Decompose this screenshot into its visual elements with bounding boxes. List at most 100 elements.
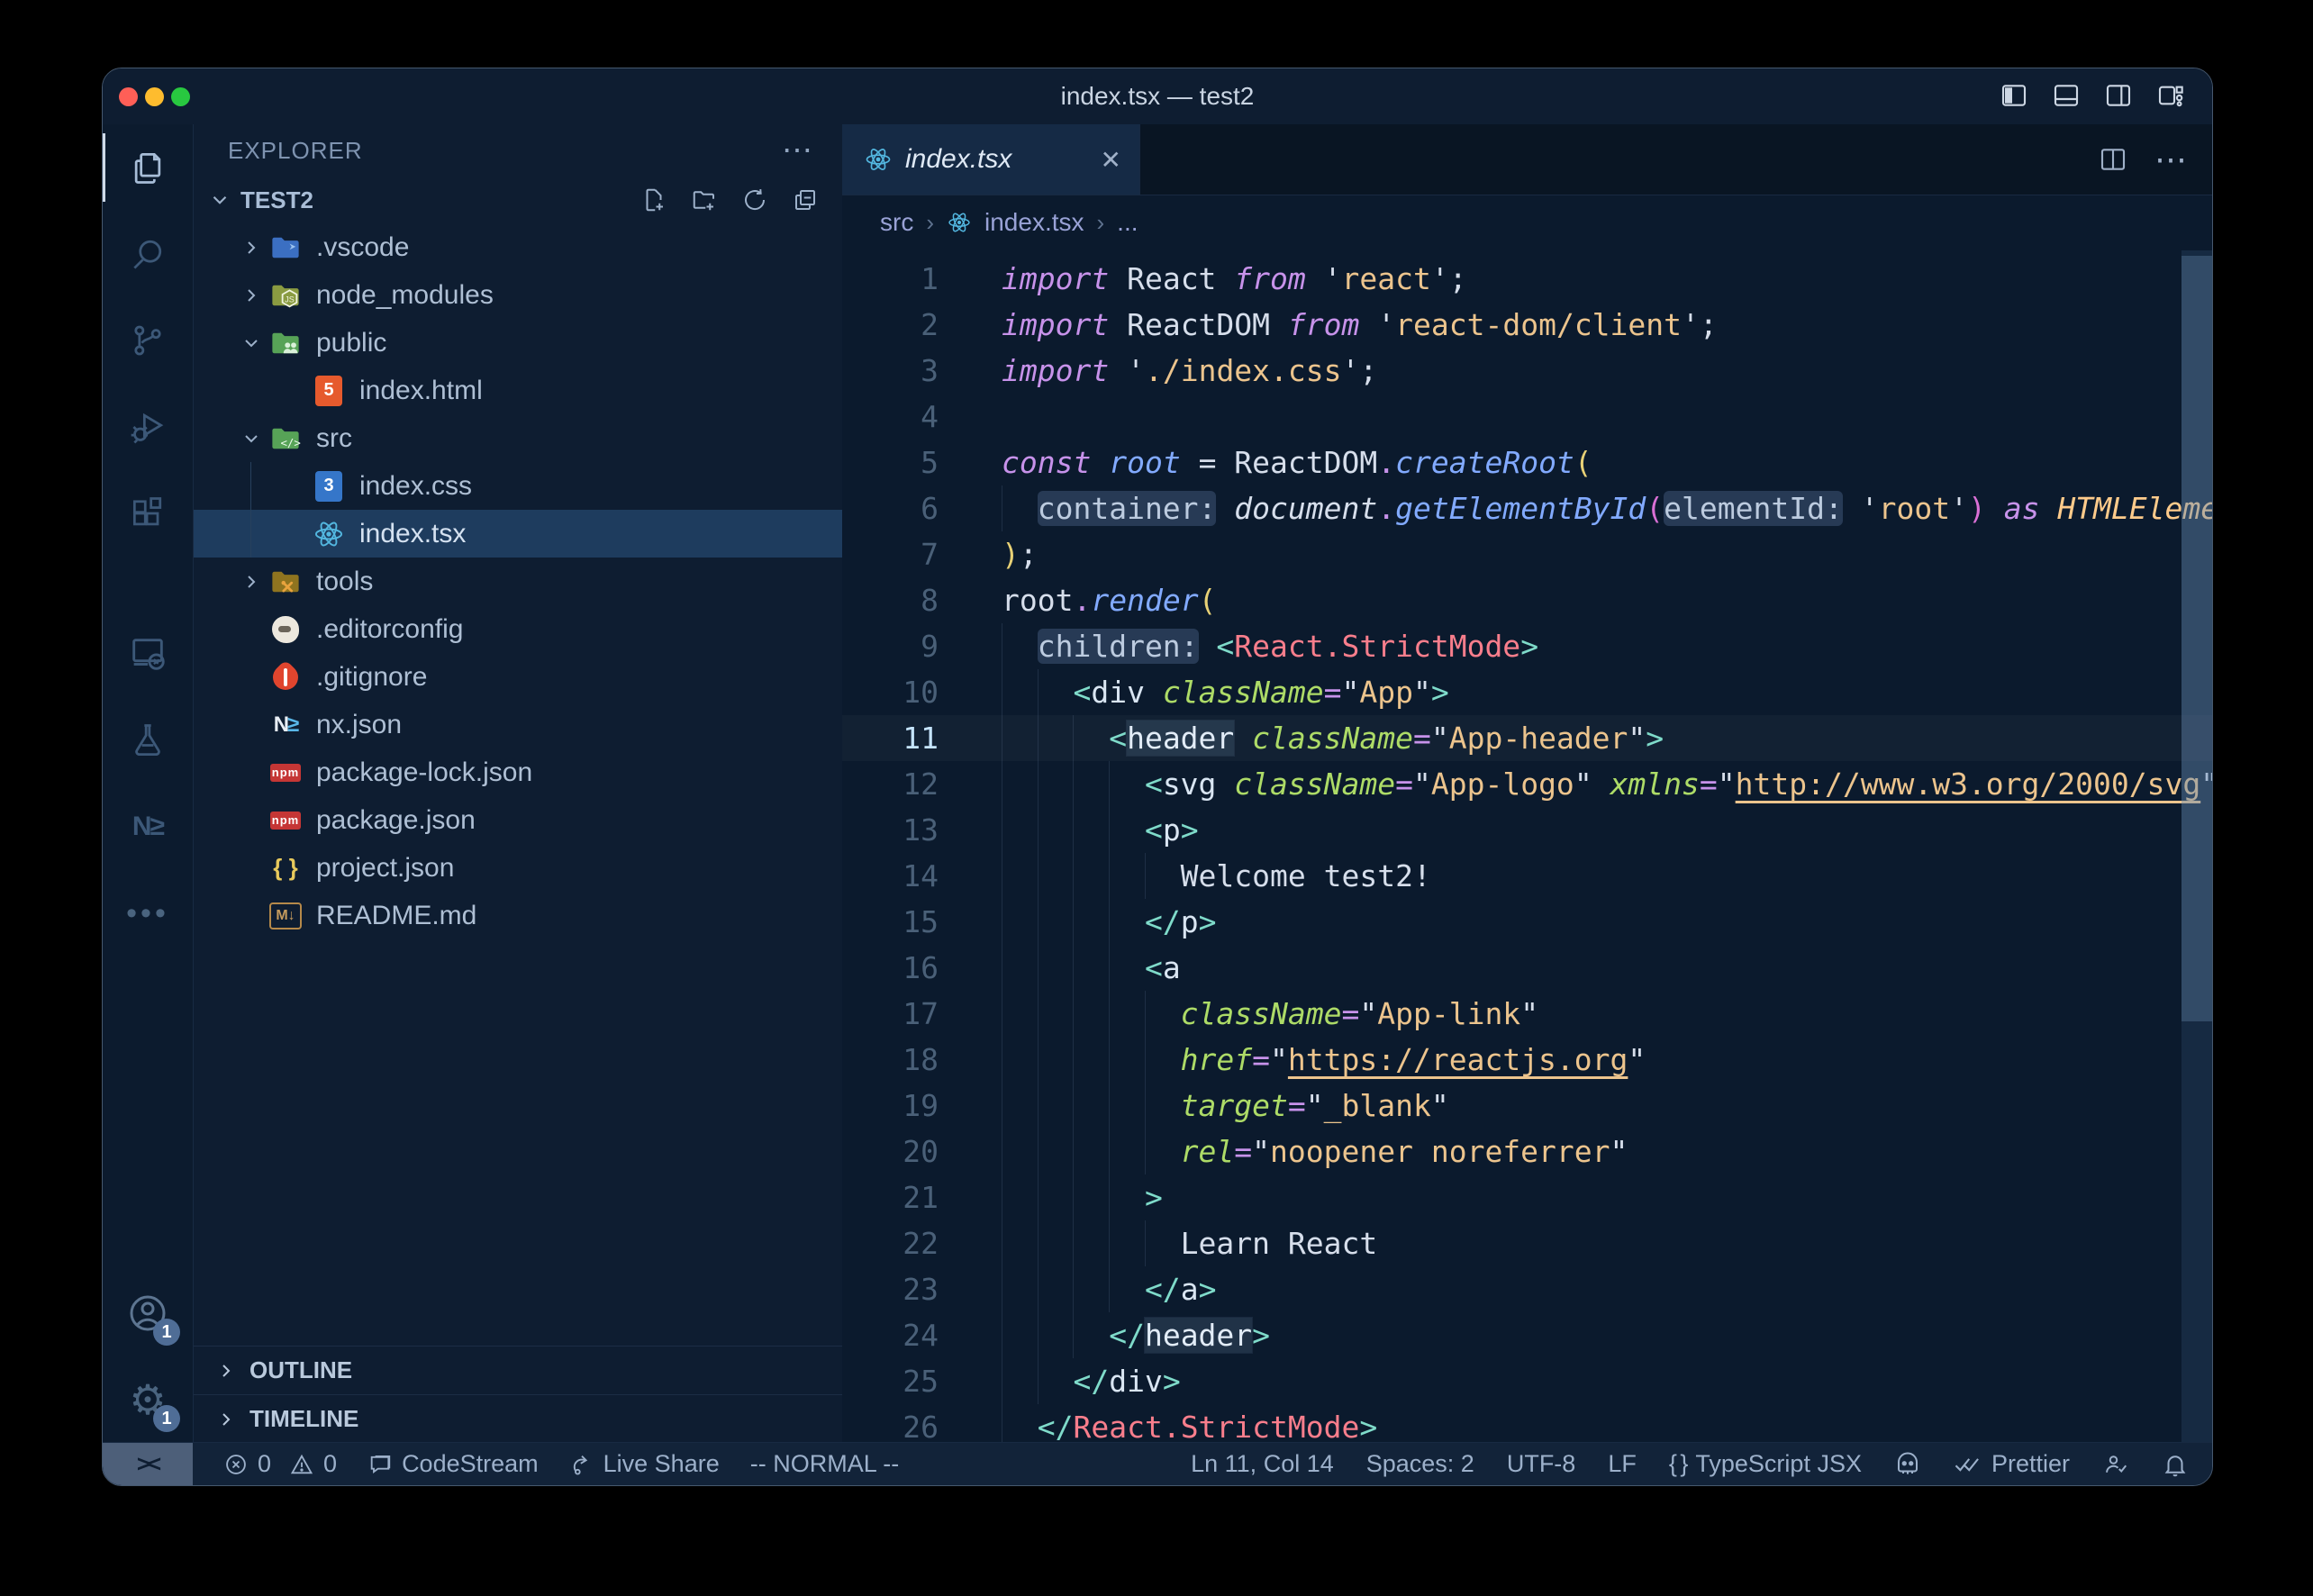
tree-item-package-json[interactable]: npm package.json	[194, 796, 842, 844]
encoding-status[interactable]: UTF-8	[1507, 1450, 1576, 1478]
tree-item-index-html[interactable]: 5 index.html	[194, 367, 842, 414]
problems-status[interactable]: 0 0	[223, 1450, 337, 1478]
code-line[interactable]: 4	[842, 394, 2212, 440]
prettier-status[interactable]: Prettier	[1954, 1450, 2070, 1478]
code-line[interactable]: 26 </React.StrictMode>	[842, 1404, 2212, 1443]
code-line[interactable]: 10 <div className="App">	[842, 669, 2212, 715]
activity-search-icon[interactable]	[103, 211, 193, 297]
code-line[interactable]: 17 className="App-link"	[842, 991, 2212, 1037]
tree-item-index-css[interactable]: 3 index.css	[194, 462, 842, 510]
code-line[interactable]: 15 </p>	[842, 899, 2212, 945]
tree-item-src[interactable]: </> src	[194, 414, 842, 462]
eol-status[interactable]: LF	[1608, 1450, 1637, 1478]
line-number: 23	[842, 1266, 939, 1312]
customize-layout-icon[interactable]	[2156, 81, 2185, 110]
breadcrumb-file[interactable]: index.tsx	[984, 208, 1084, 237]
code-line[interactable]: 2import ReactDOM from 'react-dom/client'…	[842, 302, 2212, 348]
src-folder-icon: </>	[269, 422, 302, 455]
breadcrumb-folder[interactable]: src	[880, 208, 913, 237]
close-tab-icon[interactable]: ✕	[1101, 145, 1121, 175]
activity-nx-console-icon[interactable]: N≥	[103, 784, 193, 870]
code-line[interactable]: 7);	[842, 531, 2212, 577]
code-line[interactable]: 16 <a	[842, 945, 2212, 991]
cursor-position-status[interactable]: Ln 11, Col 14	[1191, 1450, 1334, 1478]
activity-extensions-icon[interactable]	[103, 470, 193, 557]
line-content: Learn React	[939, 1220, 2212, 1266]
tree-item-project-json[interactable]: { } project.json	[194, 844, 842, 892]
toggle-secondary-sidebar-icon[interactable]	[2104, 81, 2133, 110]
live-share-status[interactable]: Live Share	[569, 1450, 720, 1478]
vscode-window: index.tsx — test2	[102, 68, 2213, 1486]
settings-gear-icon[interactable]: ⚙ 1	[103, 1356, 193, 1443]
toggle-primary-sidebar-icon[interactable]	[2000, 81, 2028, 110]
tree-item-nx-json[interactable]: N≥ nx.json	[194, 701, 842, 748]
code-line[interactable]: 20 rel="noopener noreferrer"	[842, 1129, 2212, 1174]
editor-more-actions-icon[interactable]: ⋯	[2154, 141, 2187, 178]
tree-item-vscode[interactable]: .vscode	[194, 223, 842, 271]
code-line[interactable]: 21 >	[842, 1174, 2212, 1220]
line-content	[939, 394, 2212, 440]
tree-item-node-modules[interactable]: JS node_modules	[194, 271, 842, 319]
extension-face-icon[interactable]	[1894, 1451, 1921, 1478]
code-editor[interactable]: 1import React from 'react';2import React…	[842, 250, 2212, 1443]
activity-run-debug-icon[interactable]	[103, 384, 193, 470]
code-line[interactable]: 9 children: <React.StrictMode>	[842, 623, 2212, 669]
code-line[interactable]: 12 <svg className="App-logo" xmlns="http…	[842, 761, 2212, 807]
code-line[interactable]: 25 </div>	[842, 1358, 2212, 1404]
tree-item-public[interactable]: public	[194, 319, 842, 367]
collapse-folders-icon[interactable]	[792, 186, 819, 213]
tree-item-package-lock[interactable]: npm package-lock.json	[194, 748, 842, 796]
explorer-more-icon[interactable]: ⋯	[782, 132, 815, 168]
code-line[interactable]: 14 Welcome test2!	[842, 853, 2212, 899]
tree-item-readme[interactable]: M↓ README.md	[194, 892, 842, 939]
editor-group: index.tsx ✕ ⋯ src › index.tsx › ... 1imp…	[842, 124, 2212, 1443]
new-file-icon[interactable]	[640, 186, 667, 213]
scrollbar-thumb[interactable]	[2181, 256, 2212, 1021]
remote-indicator[interactable]: ><	[103, 1443, 193, 1485]
activity-source-control-icon[interactable]	[103, 297, 193, 384]
code-line[interactable]: 19 target="_blank"	[842, 1083, 2212, 1129]
code-line[interactable]: 18 href="https://reactjs.org"	[842, 1037, 2212, 1083]
new-folder-icon[interactable]	[691, 186, 718, 213]
indentation-status[interactable]: Spaces: 2	[1366, 1450, 1474, 1478]
file-name: index.css	[359, 471, 472, 502]
split-editor-icon[interactable]	[2099, 145, 2127, 174]
line-number: 10	[842, 669, 939, 715]
outline-section-header[interactable]: OUTLINE	[194, 1346, 842, 1394]
code-line[interactable]: 3import './index.css';	[842, 348, 2212, 394]
file-name: package.json	[316, 805, 476, 836]
code-line[interactable]: 1import React from 'react';	[842, 256, 2212, 302]
code-line[interactable]: 13 <p>	[842, 807, 2212, 853]
notifications-bell-icon[interactable]	[2162, 1451, 2189, 1478]
code-line[interactable]: 23 </a>	[842, 1266, 2212, 1312]
tab-index-tsx[interactable]: index.tsx ✕	[842, 124, 1140, 195]
vim-mode-status[interactable]: -- NORMAL --	[750, 1450, 899, 1478]
feedback-icon[interactable]	[2102, 1451, 2129, 1478]
tree-item-editorconfig[interactable]: .editorconfig	[194, 605, 842, 653]
tree-item-index-tsx[interactable]: index.tsx	[194, 510, 842, 558]
code-line[interactable]: 22 Learn React	[842, 1220, 2212, 1266]
code-line[interactable]: 6 container: document.getElementById(ele…	[842, 485, 2212, 531]
breadcrumb-symbol[interactable]: ...	[1117, 208, 1138, 237]
tree-item-gitignore[interactable]: .gitignore	[194, 653, 842, 701]
code-line[interactable]: 5const root = ReactDOM.createRoot(	[842, 440, 2212, 485]
code-line[interactable]: 11 <header className="App-header">	[842, 715, 2212, 761]
timeline-section-header[interactable]: TIMELINE	[194, 1394, 842, 1443]
refresh-icon[interactable]	[741, 186, 768, 213]
tree-item-tools[interactable]: tools	[194, 558, 842, 605]
codestream-status[interactable]: CodeStream	[367, 1450, 539, 1478]
code-line[interactable]: 24 </header>	[842, 1312, 2212, 1358]
accounts-icon[interactable]: 1	[103, 1270, 193, 1356]
activity-testing-icon[interactable]	[103, 697, 193, 784]
file-name: nx.json	[316, 710, 402, 740]
activity-explorer-icon[interactable]	[103, 124, 193, 211]
title-bar[interactable]: index.tsx — test2	[103, 68, 2212, 125]
line-content: href="https://reactjs.org"	[939, 1037, 2212, 1083]
activity-more-icon[interactable]: •••	[103, 870, 193, 957]
language-mode-status[interactable]: { } TypeScript JSX	[1669, 1450, 1862, 1478]
editor-scrollbar[interactable]	[2181, 250, 2212, 1443]
code-line[interactable]: 8root.render(	[842, 577, 2212, 623]
activity-remote-explorer-icon[interactable]	[103, 611, 193, 697]
toggle-panel-icon[interactable]	[2052, 81, 2081, 110]
workspace-section-header[interactable]: TEST2	[194, 177, 842, 223]
